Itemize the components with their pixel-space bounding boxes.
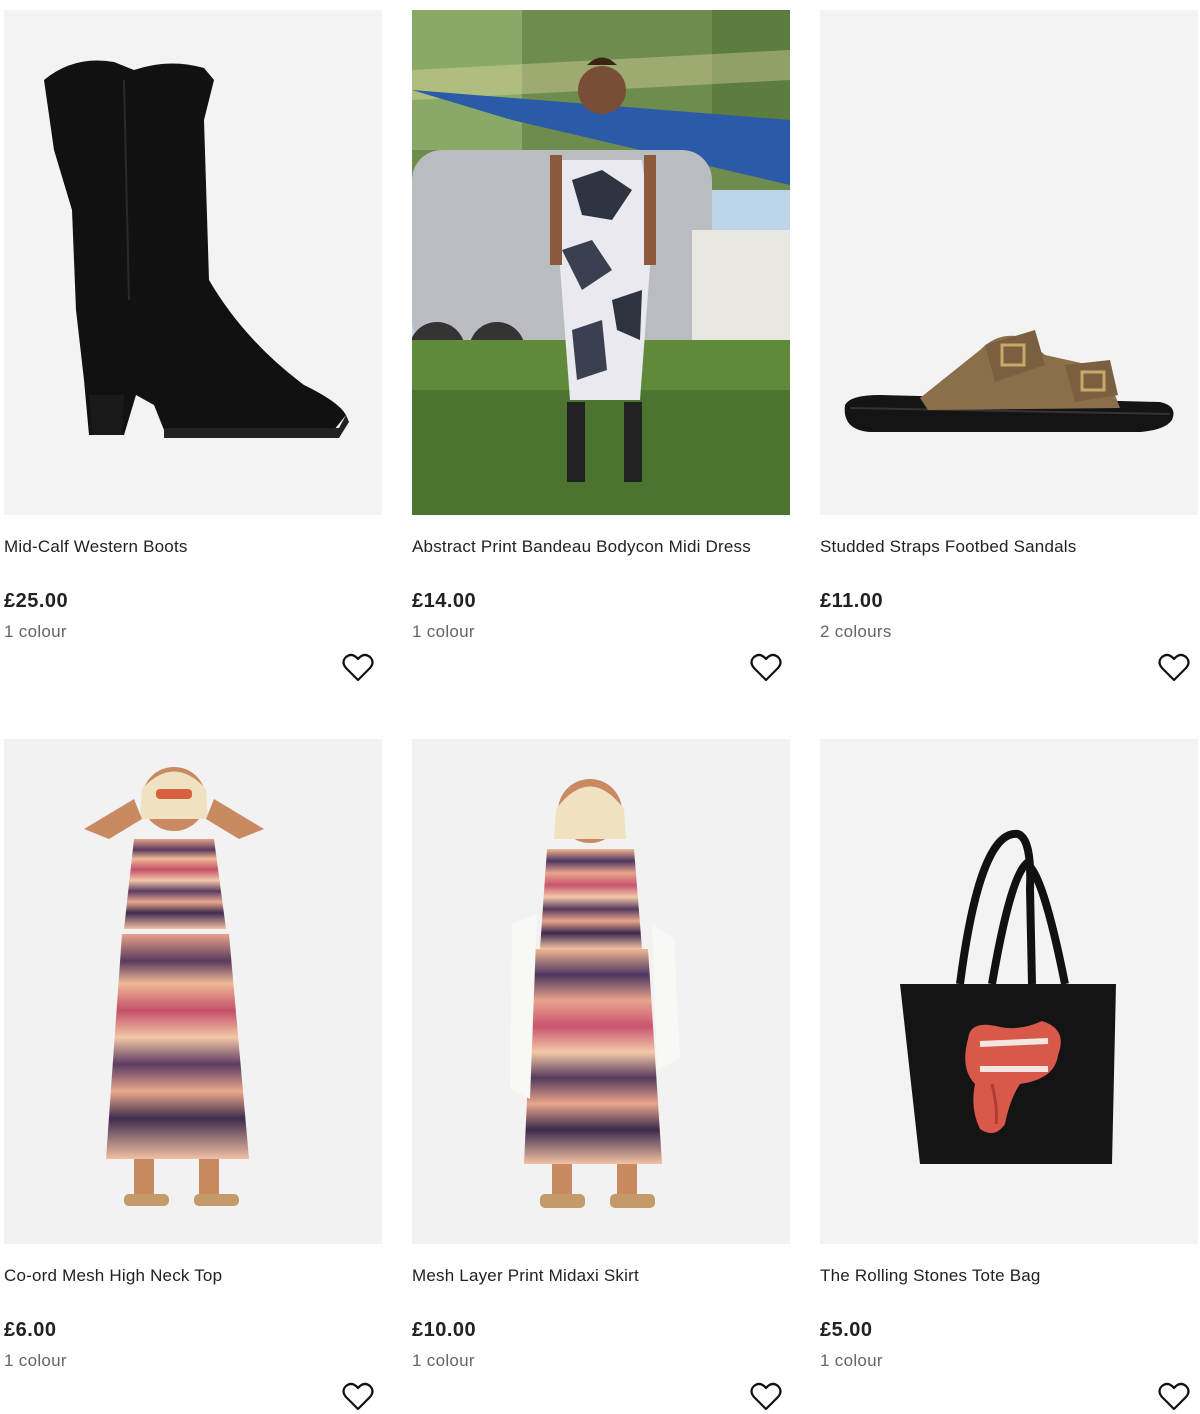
model-dress-image — [412, 10, 790, 515]
product-card[interactable]: The Rolling Stones Tote Bag £5.00 1 colo… — [820, 739, 1198, 1411]
product-price: £10.00 — [412, 1319, 477, 1341]
tote-bag-image — [820, 739, 1198, 1244]
heart-icon[interactable] — [750, 1382, 782, 1412]
heart-icon[interactable] — [1158, 653, 1190, 683]
model-skirt-image — [412, 739, 790, 1244]
product-title[interactable]: Co-ord Mesh High Neck Top — [4, 1266, 222, 1286]
product-colour-count: 1 colour — [412, 622, 475, 641]
model-top-image — [4, 739, 382, 1244]
product-title[interactable]: The Rolling Stones Tote Bag — [820, 1266, 1041, 1286]
product-price: £25.00 — [4, 590, 69, 612]
product-card[interactable]: Mesh Layer Print Midaxi Skirt £10.00 1 c… — [412, 739, 790, 1411]
product-colour-count: 1 colour — [820, 1351, 883, 1370]
product-image[interactable] — [4, 739, 382, 1244]
heart-icon[interactable] — [750, 653, 782, 683]
product-image[interactable] — [412, 739, 790, 1244]
product-card[interactable]: Abstract Print Bandeau Bodycon Midi Dres… — [412, 10, 790, 682]
product-card[interactable]: Studded Straps Footbed Sandals £11.00 2 … — [820, 10, 1198, 682]
product-grid: Mid-Calf Western Boots £25.00 1 colour A… — [0, 0, 1200, 1414]
product-colour-count: 1 colour — [4, 622, 67, 641]
product-colour-count: 1 colour — [4, 1351, 67, 1370]
product-price: £5.00 — [820, 1319, 873, 1341]
sandal-image — [820, 10, 1198, 515]
heart-icon[interactable] — [342, 653, 374, 683]
product-image[interactable] — [412, 10, 790, 515]
product-price: £11.00 — [820, 590, 884, 612]
heart-icon[interactable] — [342, 1382, 374, 1412]
product-title[interactable]: Mid-Calf Western Boots — [4, 537, 188, 557]
product-image[interactable] — [820, 10, 1198, 515]
product-title[interactable]: Mesh Layer Print Midaxi Skirt — [412, 1266, 639, 1286]
product-colour-count: 2 colours — [820, 622, 892, 641]
product-price: £14.00 — [412, 590, 477, 612]
product-price: £6.00 — [4, 1319, 57, 1341]
product-title[interactable]: Studded Straps Footbed Sandals — [820, 537, 1076, 557]
product-image[interactable] — [4, 10, 382, 515]
product-card[interactable]: Co-ord Mesh High Neck Top £6.00 1 colour — [4, 739, 382, 1411]
product-title[interactable]: Abstract Print Bandeau Bodycon Midi Dres… — [412, 537, 751, 557]
product-card[interactable]: Mid-Calf Western Boots £25.00 1 colour — [4, 10, 382, 682]
heart-icon[interactable] — [1158, 1382, 1190, 1412]
western-boot-image — [4, 10, 382, 515]
product-image[interactable] — [820, 739, 1198, 1244]
product-colour-count: 1 colour — [412, 1351, 475, 1370]
